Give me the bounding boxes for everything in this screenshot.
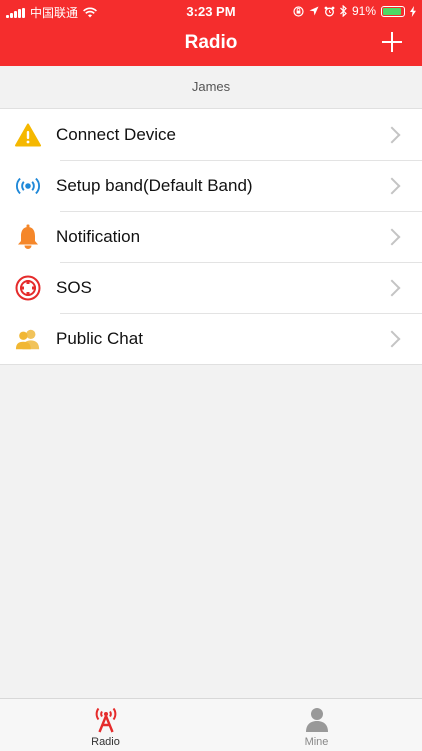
chevron-right-icon (383, 177, 401, 194)
status-bar: 中国联通 3:23 PM 91% (0, 0, 422, 22)
menu-item-public-chat[interactable]: Public Chat (0, 313, 422, 364)
menu-item-label: Public Chat (56, 328, 143, 348)
broadcast-icon (15, 173, 41, 199)
tab-label: Radio (91, 736, 120, 748)
menu-item-setup-band[interactable]: Setup band(Default Band) (0, 160, 422, 211)
page-title: Radio (184, 32, 238, 53)
bluetooth-icon (340, 5, 347, 17)
sos-icon (15, 275, 41, 301)
chevron-right-icon (383, 126, 401, 143)
menu-list: Connect Device Setup band(Default Band) … (0, 109, 422, 365)
tab-label: Mine (304, 736, 329, 748)
status-right: 91% (293, 4, 416, 18)
menu-item-notification[interactable]: Notification (0, 211, 422, 262)
menu-item-label: Notification (56, 226, 141, 246)
nav-bar: Radio (0, 22, 422, 66)
add-button[interactable] (380, 30, 404, 54)
chevron-right-icon (383, 228, 401, 245)
tab-radio[interactable]: Radio (0, 699, 211, 751)
location-icon (309, 6, 319, 16)
radio-tower-icon (95, 707, 116, 733)
menu-item-connect-device[interactable]: Connect Device (0, 109, 422, 160)
alarm-icon (324, 6, 335, 16)
person-icon (305, 708, 328, 732)
bell-icon (15, 224, 41, 250)
charging-icon (410, 5, 416, 17)
group-chat-icon (15, 326, 41, 352)
battery-icon (381, 5, 405, 17)
chevron-right-icon (383, 279, 401, 296)
menu-item-sos[interactable]: SOS (0, 262, 422, 313)
header: 中国联通 3:23 PM 91% Radio (0, 0, 422, 66)
tab-mine[interactable]: Mine (211, 699, 422, 751)
menu-item-label: Connect Device (56, 124, 177, 144)
battery-percent: 91% (351, 4, 376, 18)
menu-item-label: Setup band(Default Band) (56, 175, 253, 195)
warning-icon (15, 122, 41, 148)
user-name: James (0, 66, 422, 109)
menu-item-label: SOS (56, 277, 92, 297)
orientation-lock-icon (293, 5, 304, 17)
chevron-right-icon (383, 330, 401, 347)
tab-bar: Radio Mine (0, 698, 422, 751)
